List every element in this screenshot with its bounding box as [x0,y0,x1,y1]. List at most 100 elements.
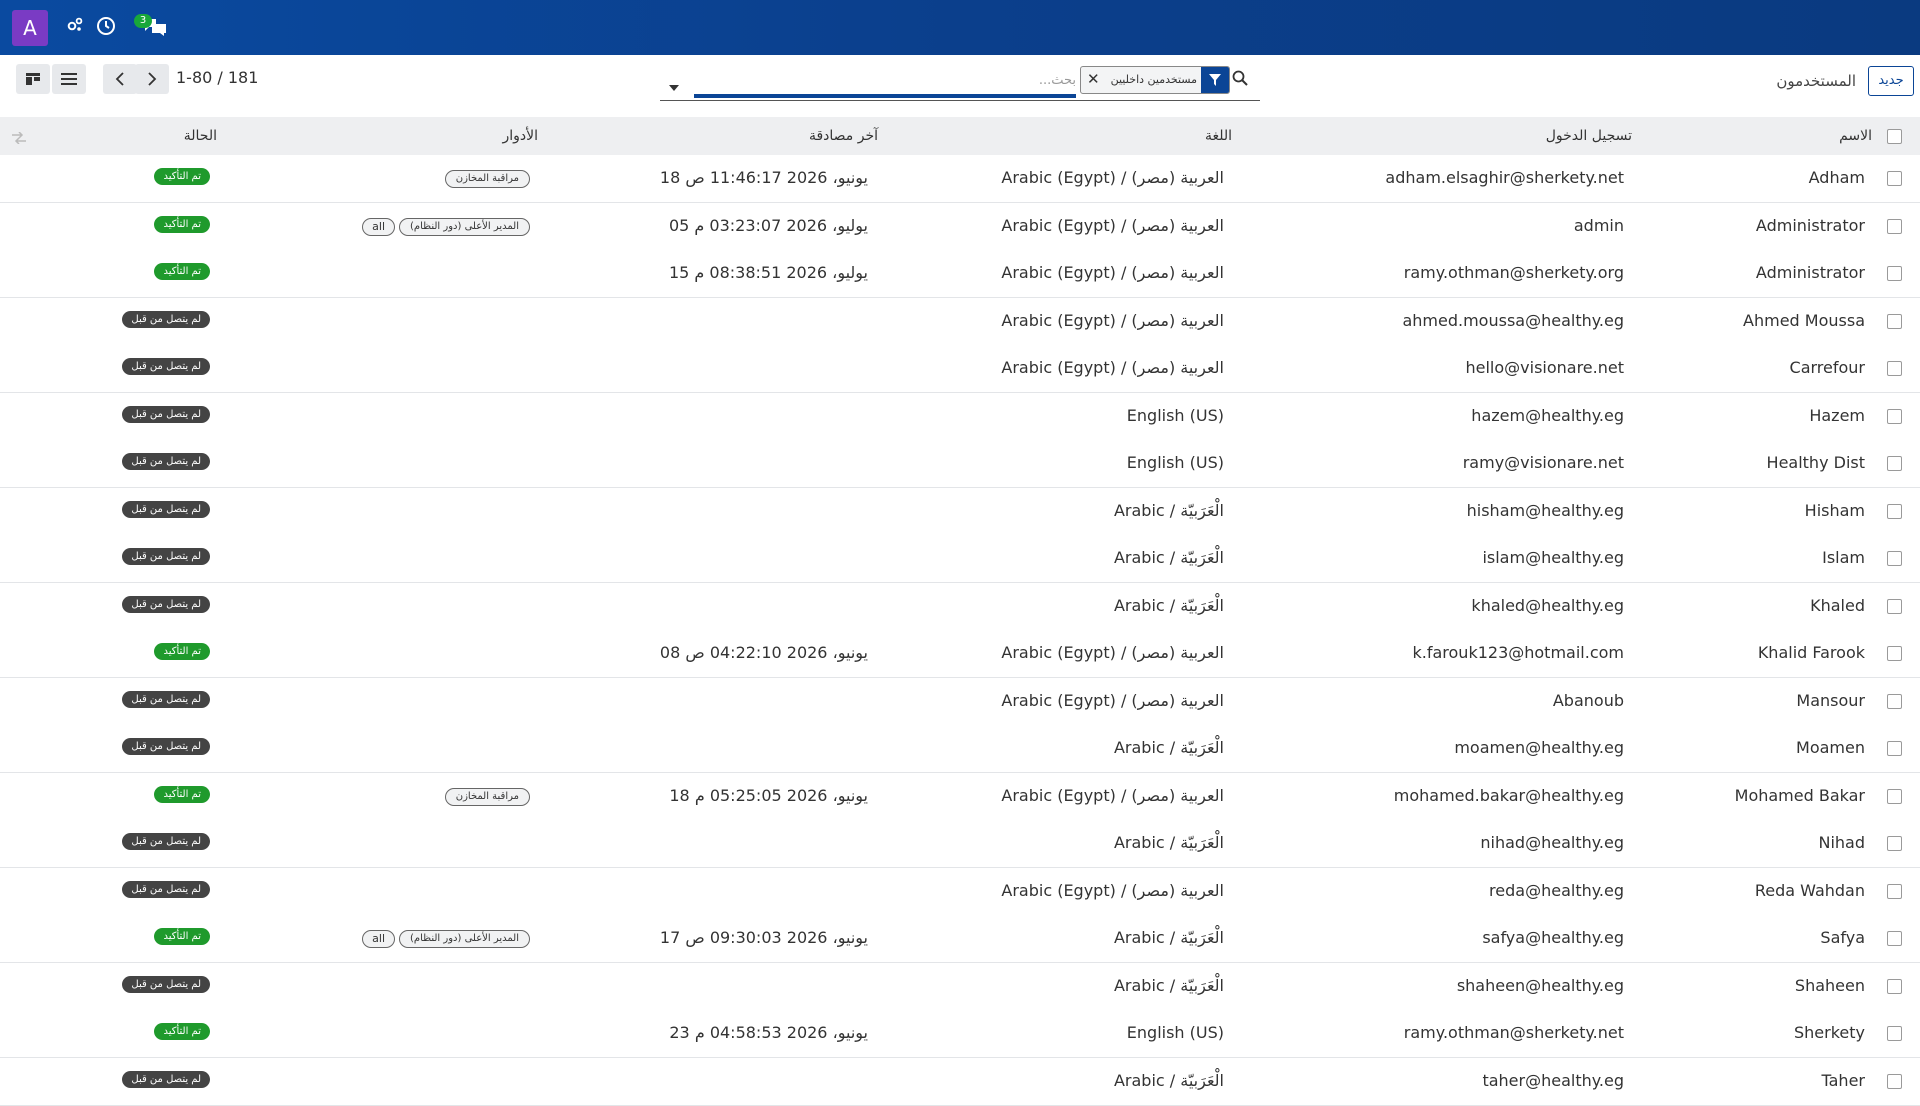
table-row[interactable]: Carrefour hello@visionare.net Arabic (Egyp… [0,345,1920,393]
user-language: Arabic / الْعَرَبيّة [1113,738,1224,757]
facet-label: مستخدمين داخليين [1110,73,1197,86]
user-name: Carrefour [1789,358,1865,377]
roles-tags: المدير الأعلى (دور النظام) all [362,217,530,236]
pager-next-button[interactable] [135,64,169,94]
role-tag: مراقبة المخازن [444,170,530,188]
search-input[interactable] [694,68,1078,92]
settings-icon[interactable] [66,16,84,38]
row-checkbox[interactable] [1887,218,1902,234]
last-authentication: 05 يوليو، 2026 03:23:07 م [668,215,868,235]
table-row[interactable]: Shaheen shaheen@healthy.eg Arabic / الْعَر… [0,962,1920,1011]
status-badge: لم يتصل من قبل [122,453,210,470]
column-header-name[interactable]: الاسم [1839,128,1872,144]
user-name: Moamen [1796,738,1865,757]
table-row[interactable]: Adham adham.elsaghir@sherkety.net Arabic (… [0,155,1920,203]
row-checkbox[interactable] [1887,598,1902,614]
row-checkbox[interactable] [1887,931,1902,946]
last-authentication: 17 يونيو، 2026 09:30:03 ص [659,928,868,947]
row-checkbox[interactable] [1887,456,1902,471]
status-badge: تم التأكيد [154,168,210,185]
user-login: adham.elsaghir@sherkety.net [1385,168,1624,187]
row-checkbox[interactable] [1887,313,1902,329]
table-row[interactable]: Hazem hazem@healthy.eg English (US) لم يتصل… [0,392,1920,441]
pager-previous-button[interactable] [103,64,137,94]
user-login: ramy.othman@sherkety.net [1403,1023,1624,1042]
user-name: Mansour [1796,690,1865,710]
row-checkbox[interactable] [1887,693,1902,709]
row-checkbox[interactable] [1887,361,1902,376]
chevron-left-icon [115,72,124,86]
user-name: Khaled [1810,595,1865,615]
table-row[interactable]: Khalid Farook k.farouk123@hotmail.com Arab… [0,630,1920,678]
table-row[interactable]: Hisham hisham@healthy.eg Arabic / الْعَرَب… [0,487,1920,536]
table-row[interactable]: Khaled khaled@healthy.eg Arabic / الْعَرَب… [0,582,1920,631]
row-checkbox[interactable] [1887,978,1902,994]
table-row[interactable]: Reda Wahdan reda@healthy.eg Arabic (Egypt)… [0,867,1920,916]
table-row[interactable]: Taher taher@healthy.eg Arabic / الْعَرَبيّ… [0,1057,1920,1106]
user-login: mohamed.bakar@healthy.eg [1393,785,1624,805]
table-row[interactable]: Sherkety ramy.othman@sherkety.net English … [0,1010,1920,1058]
row-checkbox[interactable] [1887,266,1902,281]
row-checkbox[interactable] [1887,408,1902,424]
user-login: safya@healthy.eg [1482,928,1624,947]
status-badge: تم التأكيد [154,1023,210,1040]
optional-columns-icon[interactable] [12,129,26,148]
user-language: Arabic (Egypt) / العربية (مصر) [1001,215,1224,235]
last-authentication: 23 يونيو، 2026 04:58:53 م [669,1023,868,1042]
search-options-caret-icon[interactable] [668,77,680,96]
kanban-view-button[interactable] [16,64,50,94]
row-checkbox[interactable] [1887,788,1902,804]
clock-icon[interactable] [96,16,116,40]
column-header-last-auth[interactable]: آخر مصادقة [809,128,878,144]
table-row[interactable]: Mohamed Bakar mohamed.bakar@healthy.eg Ara… [0,772,1920,821]
remove-facet-close-icon[interactable]: ✕ [1087,70,1100,88]
row-checkbox[interactable] [1887,836,1902,851]
table-row[interactable]: Administrator admin Arabic (Egypt) / العرب… [0,202,1920,251]
user-language: English (US) [1126,405,1224,425]
column-header-roles[interactable]: الأدوار [502,128,538,144]
user-language: Arabic / الْعَرَبيّة [1113,833,1224,852]
status-badge: تم التأكيد [154,215,210,233]
table-row[interactable]: Islam islam@healthy.eg Arabic / الْعَرَبيّ… [0,535,1920,583]
table-header: الاسم تسجيل الدخول اللغة آخر مصادقة الأد… [0,117,1920,156]
table-row[interactable]: Healthy Dist ramy@visionare.net English (U… [0,440,1920,488]
last-authentication: 18 يونيو، 2026 05:25:05 م [669,785,868,805]
table-row[interactable]: Administrator ramy.othman@sherkety.org Ara… [0,250,1920,298]
row-checkbox[interactable] [1887,883,1902,899]
column-header-status[interactable]: الحالة [184,128,217,144]
role-tag: المدير الأعلى (دور النظام) [399,217,530,236]
new-button[interactable]: جديد [1868,66,1914,96]
table-row[interactable]: Mansour Abanoub Arabic (Egypt) / العربية (… [0,677,1920,726]
row-checkbox[interactable] [1887,171,1902,186]
user-language: Arabic (Egypt) / العربية (مصر) [1001,880,1224,900]
user-login: hazem@healthy.eg [1471,405,1624,425]
row-checkbox[interactable] [1887,551,1902,566]
table-row[interactable]: Nihad nihad@healthy.eg Arabic / الْعَرَبيّ… [0,820,1920,868]
table-row[interactable]: Safya safya@healthy.eg Arabic / الْعَرَبيّ… [0,915,1920,963]
user-login: ramy.othman@sherkety.org [1403,263,1624,282]
column-header-language[interactable]: اللغة [1205,128,1232,144]
list-view-button[interactable] [52,64,86,94]
search-bar: ✕ مستخدمين داخليين [660,64,1260,101]
user-login: hisham@healthy.eg [1466,500,1624,520]
row-checkbox[interactable] [1887,741,1902,756]
user-language: Arabic (Egypt) / العربية (مصر) [1001,358,1224,377]
search-icon[interactable] [1232,70,1248,90]
status-badge: لم يتصل من قبل [122,548,210,565]
user-language: Arabic / الْعَرَبيّة [1113,928,1224,947]
status-badge: تم التأكيد [154,263,210,280]
row-checkbox[interactable] [1887,503,1902,519]
select-all-checkbox[interactable] [1887,129,1902,144]
column-header-login[interactable]: تسجيل الدخول [1546,128,1632,144]
table-row[interactable]: Moamen moamen@healthy.eg Arabic / الْعَرَب… [0,725,1920,773]
user-language: English (US) [1126,453,1224,472]
filter-icon [1201,67,1229,93]
user-avatar[interactable]: A [12,10,48,46]
pager-value[interactable]: 1-80 / 181 [176,68,258,87]
row-checkbox[interactable] [1887,646,1902,661]
search-facet: ✕ مستخدمين داخليين [1080,66,1230,94]
status-badge: لم يتصل من قبل [122,358,210,375]
table-row[interactable]: Ahmed Moussa ahmed.moussa@healthy.eg Arabi… [0,297,1920,346]
row-checkbox[interactable] [1887,1073,1902,1089]
row-checkbox[interactable] [1887,1026,1902,1041]
